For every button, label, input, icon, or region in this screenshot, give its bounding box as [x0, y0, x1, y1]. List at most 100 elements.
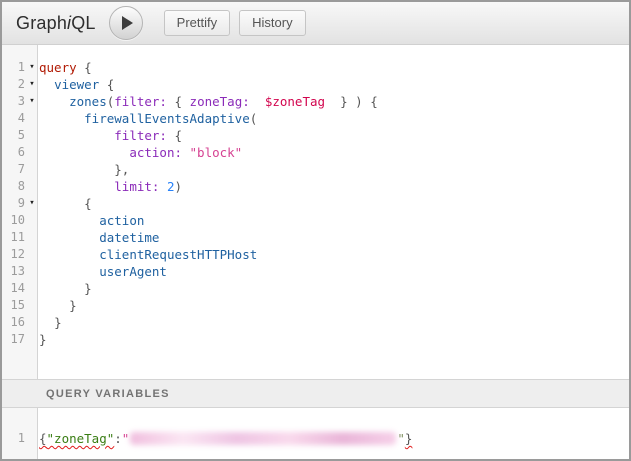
code-line[interactable]: 12 clientRequestHTTPHost [2, 246, 629, 263]
code-line[interactable]: 11 datetime [2, 229, 629, 246]
query-editor[interactable]: 1▾query {2▾ viewer {3▾ zones(filter: { z… [2, 45, 629, 379]
token-str: "block" [190, 145, 243, 160]
code-line[interactable]: 13 userAgent [2, 263, 629, 280]
token-punc: } [84, 281, 92, 296]
token-plain [39, 281, 84, 296]
line-number: 1 [2, 430, 25, 447]
line-number: 5 [2, 127, 25, 144]
token-plain [39, 196, 84, 211]
variables-editor[interactable]: 1{"zoneTag":""} [2, 408, 629, 459]
token-plain [39, 315, 54, 330]
code-text: }, [39, 161, 129, 178]
code-text: query { [39, 59, 92, 76]
toolbar: GraphiQL Prettify History [2, 2, 629, 45]
token-punc: } [405, 431, 413, 446]
code-line[interactable]: 17} [2, 331, 629, 348]
token-punc: } [39, 332, 47, 347]
code-line[interactable]: 8 limit: 2) [2, 178, 629, 195]
line-number: 10 [2, 212, 25, 229]
line-number: 3 [2, 93, 25, 110]
line-number: 16 [2, 314, 25, 331]
fold-arrow-icon[interactable]: ▾ [25, 93, 39, 110]
code-text: } [39, 314, 62, 331]
code-line[interactable]: 7 }, [2, 161, 629, 178]
fold-arrow-icon[interactable]: ▾ [25, 59, 39, 76]
token-attr: zoneTag: [190, 94, 250, 109]
token-punc: : [114, 431, 122, 446]
fold-gutter-spacer [25, 314, 39, 331]
token-plain [39, 77, 54, 92]
fold-arrow-icon[interactable]: ▾ [25, 76, 39, 93]
code-line[interactable]: 16 } [2, 314, 629, 331]
code-line[interactable]: 1{"zoneTag":""} [2, 430, 629, 447]
line-number: 12 [2, 246, 25, 263]
code-line[interactable]: 9▾ { [2, 195, 629, 212]
line-number: 8 [2, 178, 25, 195]
token-attr: filter: [114, 128, 167, 143]
redacted-value-blur [130, 432, 396, 445]
line-number: 9 [2, 195, 25, 212]
logo-text-post: QL [71, 13, 95, 33]
line-number: 13 [2, 263, 25, 280]
token-plain [39, 230, 99, 245]
code-text: zones(filter: { zoneTag: $zoneTag } ) { [39, 93, 378, 110]
token-punc: { [167, 94, 190, 109]
line-number: 6 [2, 144, 25, 161]
code-line[interactable]: 5 filter: { [2, 127, 629, 144]
code-line[interactable]: 14 } [2, 280, 629, 297]
code-line[interactable]: 6 action: "block" [2, 144, 629, 161]
fold-gutter-spacer [25, 110, 39, 127]
code-line[interactable]: 4 firewallEventsAdaptive( [2, 110, 629, 127]
history-button[interactable]: History [239, 10, 305, 36]
token-strq: " [397, 431, 405, 446]
token-plain [325, 94, 340, 109]
variables-editor-lines: 1{"zoneTag":""} [2, 408, 629, 447]
line-number: 1 [2, 59, 25, 76]
code-line[interactable]: 3▾ zones(filter: { zoneTag: $zoneTag } )… [2, 93, 629, 110]
logo-text-pre: Graph [16, 13, 67, 33]
line-number: 2 [2, 76, 25, 93]
token-punc: }, [114, 162, 129, 177]
fold-gutter-spacer [25, 297, 39, 314]
token-plain [39, 179, 114, 194]
token-punc: { [39, 431, 47, 446]
token-punc: } [69, 298, 77, 313]
token-punc: ) [174, 179, 182, 194]
query-variables-title-bar[interactable]: QUERY VARIABLES [2, 379, 629, 408]
token-var: $zoneTag [265, 94, 325, 109]
token-plain [39, 247, 99, 262]
token-plain [182, 145, 190, 160]
token-str: " [122, 431, 130, 446]
line-number: 14 [2, 280, 25, 297]
fold-gutter-spacer [25, 144, 39, 161]
code-text: limit: 2) [39, 178, 182, 195]
graphiql-window: GraphiQL Prettify History 1▾query {2▾ vi… [0, 0, 631, 461]
code-line[interactable]: 1▾query { [2, 59, 629, 76]
line-number: 11 [2, 229, 25, 246]
fold-arrow-icon[interactable]: ▾ [25, 195, 39, 212]
prettify-button[interactable]: Prettify [164, 10, 230, 36]
code-text: } [39, 280, 92, 297]
token-plain [39, 213, 99, 228]
token-prop: firewallEventsAdaptive [84, 111, 250, 126]
line-number: 17 [2, 331, 25, 348]
token-prop: viewer [54, 77, 99, 92]
code-text: clientRequestHTTPHost [39, 246, 257, 263]
token-punc: { [167, 128, 182, 143]
fold-gutter-spacer [25, 161, 39, 178]
token-plain [39, 264, 99, 279]
graphiql-logo: GraphiQL [16, 13, 96, 34]
code-line[interactable]: 10 action [2, 212, 629, 229]
token-plain [39, 111, 84, 126]
execute-query-button[interactable] [109, 6, 143, 40]
code-line[interactable]: 15 } [2, 297, 629, 314]
token-attr: limit: [114, 179, 159, 194]
fold-gutter-spacer [25, 127, 39, 144]
line-number: 7 [2, 161, 25, 178]
line-number: 15 [2, 297, 25, 314]
fold-gutter-spacer [25, 280, 39, 297]
code-text: firewallEventsAdaptive( [39, 110, 257, 127]
token-plain [39, 94, 69, 109]
code-line[interactable]: 2▾ viewer { [2, 76, 629, 93]
fold-gutter-spacer [25, 178, 39, 195]
